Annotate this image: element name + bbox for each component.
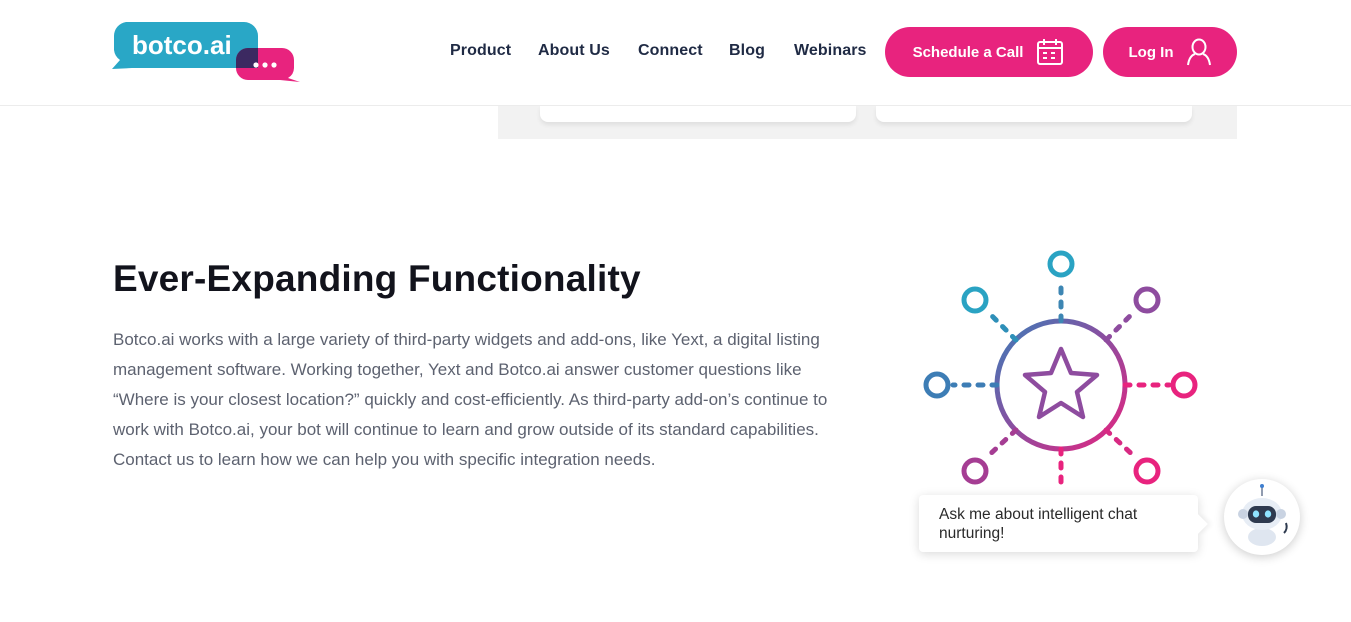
logo-text: botco.ai [132, 30, 232, 60]
cards-strip [498, 106, 1237, 139]
login-label: Log In [1128, 43, 1174, 61]
chat-prompt-text: Ask me about intelligent chat nurturing! [939, 506, 1138, 542]
schedule-call-label: Schedule a Call [912, 43, 1024, 61]
botco-logo[interactable]: botco.ai [112, 20, 302, 84]
login-button[interactable]: Log In [1103, 27, 1237, 77]
card-bottom-right [876, 106, 1192, 122]
section-title: Ever-Expanding Functionality [113, 258, 641, 299]
nav-webinars[interactable]: Webinars [794, 42, 867, 60]
nav-blog[interactable]: Blog [729, 42, 765, 60]
nav-connect[interactable]: Connect [638, 42, 703, 60]
star-network-icon [915, 245, 1205, 505]
section-body: Botco.ai works with a large variety of t… [113, 330, 828, 469]
nav-product[interactable]: Product [450, 42, 511, 60]
calendar-icon [1035, 37, 1065, 67]
card-bottom-left [540, 106, 856, 122]
robot-icon [1238, 484, 1288, 546]
user-icon [1186, 38, 1212, 66]
chat-prompt-bubble[interactable]: Ask me about intelligent chat nurturing! [919, 495, 1198, 552]
nav-about-us[interactable]: About Us [538, 42, 610, 60]
chatbot-launcher[interactable] [1224, 479, 1300, 555]
site-header: botco.ai Product About Us Connect Blog W… [0, 0, 1351, 106]
schedule-call-button[interactable]: Schedule a Call [885, 27, 1093, 77]
